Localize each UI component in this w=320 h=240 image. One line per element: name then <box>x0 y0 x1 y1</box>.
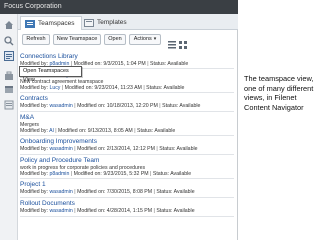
tab-label: Templates <box>97 19 127 26</box>
content-navigator-window: Focus Corporation Teamspaces Templates R… <box>0 0 238 240</box>
divider <box>20 92 234 93</box>
actions-menu-button[interactable]: Actions ▾ <box>129 34 161 45</box>
refresh-button[interactable]: Refresh <box>22 34 50 45</box>
divider <box>20 111 234 112</box>
item-meta: Modified by: wasadmin | Modified on: 7/3… <box>20 189 195 195</box>
tab-templates[interactable]: Templates <box>80 16 133 30</box>
chevron-down-icon: ▾ <box>153 36 157 42</box>
item-name[interactable]: Contracts <box>20 95 234 103</box>
item-name[interactable]: Rollout Documents <box>20 200 234 208</box>
admin-icon[interactable] <box>4 100 14 110</box>
list-item[interactable]: Contracts Modified by: wasadmin | Modifi… <box>20 95 234 109</box>
modified-by-link[interactable]: wasadmin <box>49 103 72 109</box>
item-name[interactable]: Project 1 <box>20 181 234 189</box>
modified-by-link[interactable]: wasadmin <box>49 146 72 152</box>
item-name[interactable]: M&A <box>20 114 234 122</box>
list-item[interactable]: Connections Library Modified by: p8admin… <box>20 53 234 67</box>
tooltip: Open Teamspaces View <box>19 66 82 83</box>
toolbar: Refresh New Teamspace Open Actions ▾ <box>18 31 238 49</box>
item-name[interactable]: Connections Library <box>20 53 234 61</box>
home-icon[interactable] <box>4 20 14 30</box>
slide-caption: The teamspace view, one of many differen… <box>244 74 314 112</box>
teamspaces-view-icon[interactable] <box>4 51 14 61</box>
item-meta: Modified by: Lucy | Modified on: 9/23/20… <box>20 85 185 91</box>
list-item[interactable]: Rollout Documents Modified by: wasadmin … <box>20 200 234 214</box>
modified-by-link[interactable]: p8admin <box>49 171 69 177</box>
browse-icon[interactable] <box>4 84 14 94</box>
list-item[interactable]: Project 1 Modified by: wasadmin | Modifi… <box>20 181 234 195</box>
divider <box>20 197 234 198</box>
open-button[interactable]: Open <box>104 34 126 45</box>
modified-by-link[interactable]: Lucy <box>49 85 60 91</box>
feature-rail <box>0 14 18 240</box>
templates-icon <box>84 19 94 27</box>
item-meta: Modified by: wasadmin | Modified on: 2/1… <box>20 146 198 152</box>
list-item[interactable]: Onboarding Improvements Modified by: was… <box>20 138 234 152</box>
new-teamspace-button[interactable]: New Teamspace <box>53 34 101 45</box>
grid-view-icon[interactable] <box>179 36 187 49</box>
item-meta: Modified by: wasadmin | Modified on: 4/2… <box>20 208 195 214</box>
teamspace-list: Connections Library Modified by: p8admin… <box>20 51 234 240</box>
modified-by-link[interactable]: wasadmin <box>49 208 72 214</box>
tab-label: Teamspaces <box>38 20 75 27</box>
tab-bar: Teamspaces Templates <box>18 14 238 30</box>
modified-by-link[interactable]: wasadmin <box>49 189 72 195</box>
divider <box>20 135 234 136</box>
divider <box>20 154 234 155</box>
app-title: Focus Corporation <box>0 0 238 14</box>
list-item[interactable]: M&A Mergers Modified by: Al | Modified o… <box>20 114 234 134</box>
item-meta: Modified by: wasadmin | Modified on: 10/… <box>20 103 201 109</box>
search-icon[interactable] <box>4 36 14 46</box>
list-view-icon[interactable] <box>168 36 176 49</box>
item-meta: Modified by: p8admin | Modified on: 9/23… <box>20 171 192 177</box>
modified-by-link[interactable]: Al <box>49 128 54 134</box>
tab-teamspaces[interactable]: Teamspaces <box>20 16 82 30</box>
actions-label: Actions <box>133 36 152 42</box>
item-name[interactable]: Onboarding Improvements <box>20 138 234 146</box>
work-icon[interactable] <box>4 71 14 81</box>
item-meta: Modified by: Al | Modified on: 9/13/2013… <box>20 128 176 134</box>
item-name[interactable]: Policy and Procedure Team <box>20 157 234 165</box>
teamspaces-icon <box>25 20 35 28</box>
divider <box>20 178 234 179</box>
divider <box>20 216 234 217</box>
list-item[interactable]: Policy and Procedure Team work in progre… <box>20 157 234 177</box>
